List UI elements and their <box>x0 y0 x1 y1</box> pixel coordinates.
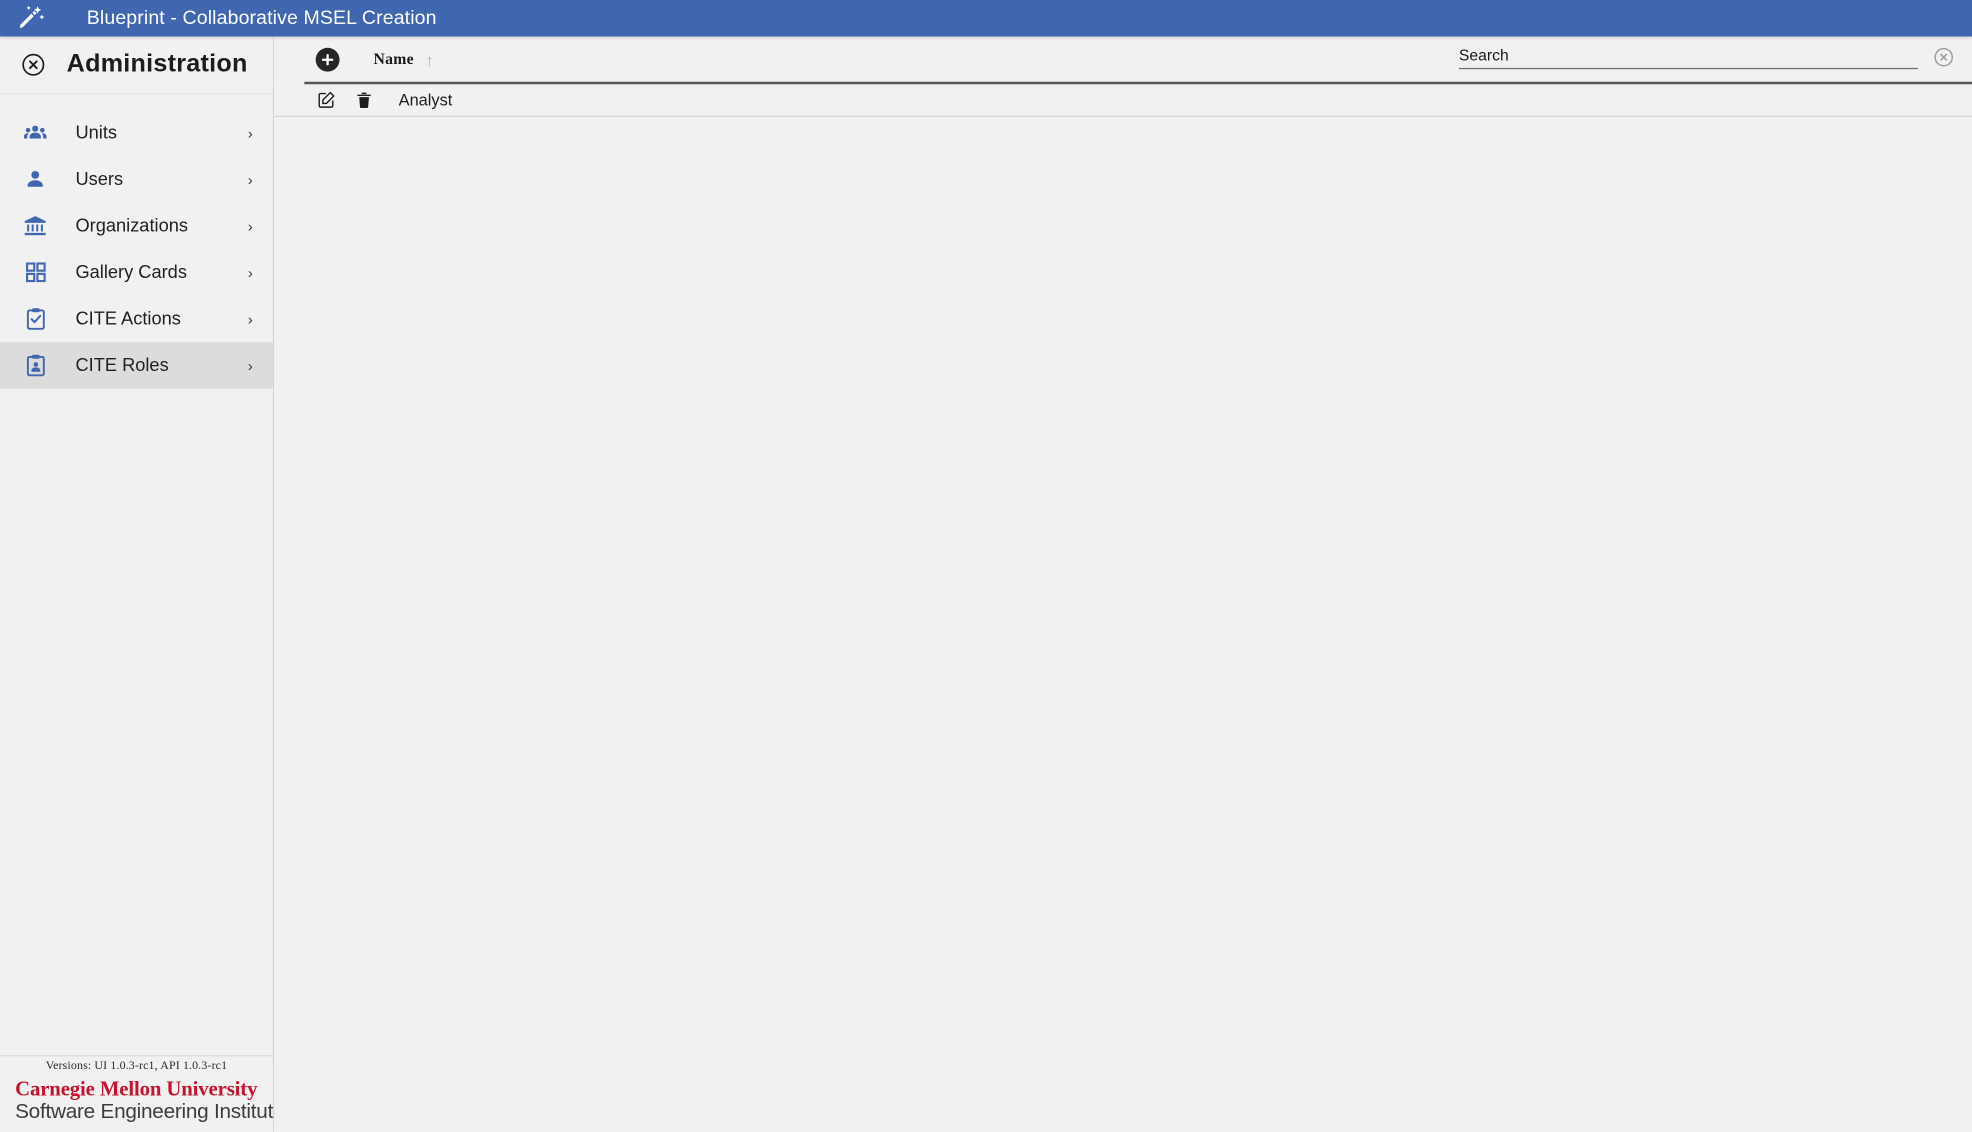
app-header-bar: Blueprint - Collaborative MSEL Creation <box>0 0 1972 37</box>
cmu-logo-line-1: Carnegie Mellon University <box>15 1076 258 1101</box>
sidebar-item-cite-roles[interactable]: CITE Roles › <box>0 342 273 389</box>
chevron-right-icon: › <box>247 356 253 375</box>
body-split: Administration Units › Users › Organizat… <box>0 36 1972 1132</box>
page-title: Administration <box>66 50 248 78</box>
bank-building-icon <box>21 212 49 240</box>
sidebar-item-cite-actions[interactable]: CITE Actions › <box>0 296 273 343</box>
search-area <box>1458 44 1955 70</box>
sidebar-item-label: CITE Roles <box>75 355 169 376</box>
sidebar-item-label: Units <box>75 122 118 143</box>
add-button[interactable] <box>315 47 340 72</box>
application-window: Blueprint - Collaborative MSEL Creation … <box>0 0 1972 1132</box>
sort-ascending-icon: ↑ <box>425 49 434 70</box>
cmu-sei-logo: Carnegie Mellon University Software Engi… <box>0 1073 285 1127</box>
header-divider <box>304 81 1972 85</box>
sidebar-nav-list: Units › Users › Organizations › Gallery … <box>0 94 273 389</box>
column-header-label: Name <box>373 50 414 68</box>
cmu-logo-line-2: Software Engineering Institute <box>15 1100 285 1124</box>
sidebar-item-users[interactable]: Users › <box>0 156 273 203</box>
clear-circle-icon[interactable] <box>1933 47 1954 68</box>
sidebar: Administration Units › Users › Organizat… <box>0 36 285 1132</box>
sidebar-item-label: Users <box>75 169 124 190</box>
chevron-right-icon: › <box>247 263 253 282</box>
clipboard-person-icon <box>21 352 49 380</box>
search-input[interactable] <box>1458 46 1918 70</box>
version-info: Versions: UI 1.0.3-rc1, API 1.0.3-rc1 <box>45 1060 228 1074</box>
edit-pencil-icon[interactable] <box>316 89 337 110</box>
sidebar-item-organizations[interactable]: Organizations › <box>0 202 273 249</box>
close-circle-icon[interactable] <box>21 53 45 77</box>
sidebar-item-units[interactable]: Units › <box>0 109 273 156</box>
chevron-right-icon: › <box>247 216 253 235</box>
table-row[interactable]: Analyst <box>274 83 1972 117</box>
sidebar-item-label: Gallery Cards <box>75 262 187 283</box>
column-header-name[interactable]: Name ↑ <box>374 50 434 69</box>
search-field <box>1458 44 1918 70</box>
magic-wand-icon[interactable] <box>13 0 51 36</box>
main-content: Name ↑ Search Analyst <box>274 36 1972 1132</box>
person-icon <box>21 165 49 193</box>
sidebar-item-label: CITE Actions <box>75 308 181 329</box>
content-toolbar: Name ↑ <box>274 36 1972 85</box>
chevron-right-icon: › <box>247 123 253 142</box>
chevron-right-icon: › <box>247 310 253 328</box>
sidebar-footer: Versions: UI 1.0.3-rc1, API 1.0.3-rc1 Ca… <box>0 1055 285 1132</box>
group-people-icon <box>21 119 49 147</box>
trash-icon[interactable] <box>353 89 374 110</box>
roles-table: Analyst <box>274 83 1972 1132</box>
sidebar-item-label: Organizations <box>75 215 188 236</box>
sidebar-header: Administration <box>0 36 273 95</box>
sidebar-item-gallery-cards[interactable]: Gallery Cards › <box>0 249 273 296</box>
table-cell-name: Analyst <box>398 89 453 109</box>
clipboard-check-icon <box>21 305 49 333</box>
app-title: Blueprint - Collaborative MSEL Creation <box>86 6 437 29</box>
grid-squares-icon <box>21 258 49 286</box>
chevron-right-icon: › <box>247 170 253 189</box>
